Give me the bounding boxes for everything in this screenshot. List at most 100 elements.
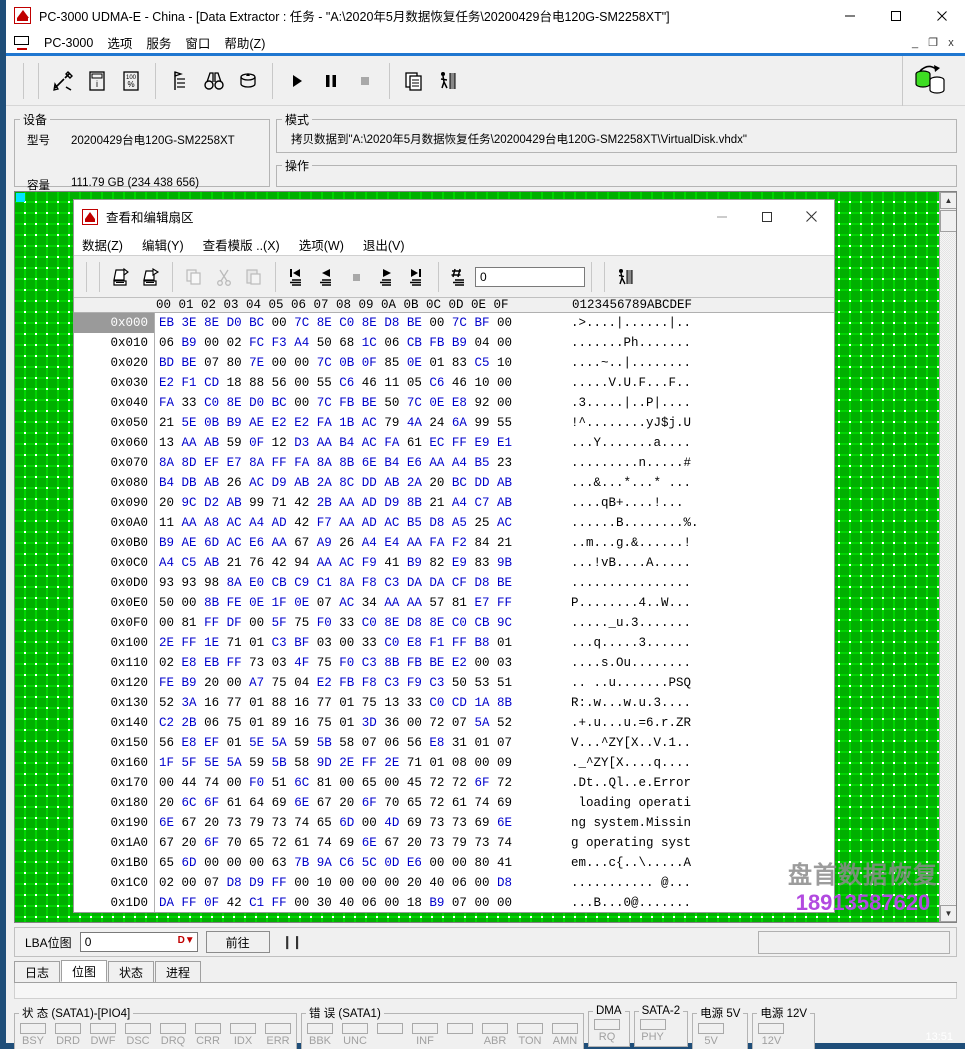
hex-offset-cell[interactable]: 0x0E0 bbox=[74, 593, 154, 613]
hex-offset-cell[interactable]: 0x060 bbox=[74, 433, 154, 453]
hex-row[interactable]: 00 81 FF DF 00 5F 75 F0 33 C0 8E D8 8E C… bbox=[155, 613, 834, 633]
close-button[interactable] bbox=[919, 0, 965, 32]
hex-bytes[interactable]: 65 6D 00 00 00 63 7B 9A C6 5C 0D E6 00 0… bbox=[155, 853, 555, 873]
hex-row[interactable]: 20 9C D2 AB 99 71 42 2B AA AD D9 8B 21 A… bbox=[155, 493, 834, 513]
hex-bytes[interactable]: FA 33 C0 8E D0 BC 00 7C FB BE 50 7C 0E E… bbox=[155, 393, 555, 413]
percent-doc-icon[interactable]: 100 % bbox=[114, 64, 148, 98]
hex-rows-container[interactable]: 0x000 0x010 0x020 0x030 0x040 0x050 0x060 0x070… bbox=[74, 313, 834, 912]
tab-process[interactable]: 进程 bbox=[155, 961, 202, 982]
hex-row[interactable]: 1F 5F 5E 5A 59 5B 58 9D 2E FF 2E 71 01 0… bbox=[155, 753, 834, 773]
pause-icon[interactable]: ❙❙ bbox=[278, 934, 303, 950]
hex-offset-cell[interactable]: 0x030 bbox=[74, 373, 154, 393]
hex-row[interactable]: DA FF 0F 42 C1 FF 00 30 40 06 00 18 B9 0… bbox=[155, 893, 834, 912]
binoculars-icon[interactable] bbox=[197, 64, 231, 98]
hex-bytes[interactable]: E2 F1 CD 18 88 56 00 55 C6 46 11 05 C6 4… bbox=[155, 373, 555, 393]
run-sector-icon[interactable] bbox=[611, 262, 641, 292]
hex-ascii[interactable]: em...c{..\.....A bbox=[555, 853, 691, 873]
hex-offset-cell[interactable]: 0x0F0 bbox=[74, 613, 154, 633]
tools-icon[interactable] bbox=[46, 64, 80, 98]
last-sector-icon[interactable] bbox=[402, 262, 432, 292]
first-sector-icon[interactable] bbox=[282, 262, 312, 292]
hex-bytes[interactable]: 1F 5F 5E 5A 59 5B 58 9D 2E FF 2E 71 01 0… bbox=[155, 753, 555, 773]
scrollbar-thumb[interactable] bbox=[940, 210, 956, 232]
prev-sector-icon[interactable] bbox=[312, 262, 342, 292]
goto-sector-icon[interactable] bbox=[445, 262, 475, 292]
hex-ascii[interactable]: .>....|......|.. bbox=[555, 313, 691, 333]
sector-editor-minimize-button[interactable] bbox=[699, 200, 744, 233]
hex-bytes[interactable]: A4 C5 AB 21 76 42 94 AA AC F9 41 B9 82 E… bbox=[155, 553, 555, 573]
hex-row[interactable]: 65 6D 00 00 00 63 7B 9A C6 5C 0D E6 00 0… bbox=[155, 853, 834, 873]
hex-row[interactable]: A4 C5 AB 21 76 42 94 AA AC F9 41 B9 82 E… bbox=[155, 553, 834, 573]
hex-row[interactable]: C2 2B 06 75 01 89 16 75 01 3D 36 00 72 0… bbox=[155, 713, 834, 733]
hex-bytes[interactable]: 8A 8D EF E7 8A FF FA 8A 8B 6E B4 E6 AA A… bbox=[155, 453, 555, 473]
hex-ascii[interactable]: ...!vB....A..... bbox=[555, 553, 691, 573]
hex-offset-cell[interactable]: 0x070 bbox=[74, 453, 154, 473]
hex-ascii[interactable]: ...Y.......a.... bbox=[555, 433, 691, 453]
hex-row[interactable]: BD BE 07 80 7E 00 00 7C 0B 0F 85 0E 01 8… bbox=[155, 353, 834, 373]
hex-offset-cell[interactable]: 0x040 bbox=[74, 393, 154, 413]
hex-offset-cell[interactable]: 0x0B0 bbox=[74, 533, 154, 553]
copy-pages-icon[interactable] bbox=[397, 64, 431, 98]
menu-item-options[interactable]: 选项 bbox=[100, 32, 139, 53]
hex-row[interactable]: E2 F1 CD 18 88 56 00 55 C6 46 11 05 C6 4… bbox=[155, 373, 834, 393]
hex-ascii[interactable]: .........n.....# bbox=[555, 453, 691, 473]
hex-row[interactable]: 2E FF 1E 71 01 C3 BF 03 00 33 C0 E8 F1 F… bbox=[155, 633, 834, 653]
hex-ascii[interactable]: ..m...g.&......! bbox=[555, 533, 691, 553]
hex-ascii[interactable]: P........4..W... bbox=[555, 593, 691, 613]
hex-bytes[interactable]: 52 3A 16 77 01 88 16 77 01 75 13 33 C0 C… bbox=[155, 693, 555, 713]
hex-ascii[interactable]: .3.....|..P|.... bbox=[555, 393, 691, 413]
hex-ascii[interactable]: ...q.....3...... bbox=[555, 633, 691, 653]
hex-offset-cell[interactable]: 0x000 bbox=[74, 313, 154, 333]
workspace-scrollbar[interactable]: ▲ ▼ bbox=[939, 192, 956, 922]
hex-offset-cell[interactable]: 0x140 bbox=[74, 713, 154, 733]
hex-bytes[interactable]: EB 3E 8E D0 BC 00 7C 8E C0 8E D8 BE 00 7… bbox=[155, 313, 555, 333]
hex-bytes[interactable]: B4 DB AB 26 AC D9 AB 2A 8C DD AB 2A 20 B… bbox=[155, 473, 555, 493]
menu-item-pc3000[interactable]: PC-3000 bbox=[37, 35, 100, 51]
hex-row[interactable]: B4 DB AB 26 AC D9 AB 2A 8C DD AB 2A 20 B… bbox=[155, 473, 834, 493]
hex-bytes[interactable]: 20 9C D2 AB 99 71 42 2B AA AD D9 8B 21 A… bbox=[155, 493, 555, 513]
hex-bytes[interactable]: 11 AA A8 AC A4 AD 42 F7 AA AD AC B5 D8 A… bbox=[155, 513, 555, 533]
info-doc-icon[interactable]: i bbox=[80, 64, 114, 98]
hex-offset-cell[interactable]: 0x180 bbox=[74, 793, 154, 813]
hex-offset-cell[interactable]: 0x1A0 bbox=[74, 833, 154, 853]
save-as-disk-icon[interactable] bbox=[136, 262, 166, 292]
hex-offset-cell[interactable]: 0x1D0 bbox=[74, 893, 154, 912]
tab-log[interactable]: 日志 bbox=[14, 961, 61, 982]
hex-row[interactable]: 52 3A 16 77 01 88 16 77 01 75 13 33 C0 C… bbox=[155, 693, 834, 713]
hex-bytes[interactable]: DA FF 0F 42 C1 FF 00 30 40 06 00 18 B9 0… bbox=[155, 893, 555, 912]
cut-icon[interactable] bbox=[209, 262, 239, 292]
tab-status[interactable]: 状态 bbox=[108, 961, 155, 982]
hex-bytes[interactable]: 02 00 07 D8 D9 FF 00 10 00 00 00 20 40 0… bbox=[155, 873, 555, 893]
hex-offset-cell[interactable]: 0x050 bbox=[74, 413, 154, 433]
hex-offset-cell[interactable]: 0x110 bbox=[74, 653, 154, 673]
save-disk-icon[interactable] bbox=[106, 262, 136, 292]
hex-bytes[interactable]: BD BE 07 80 7E 00 00 7C 0B 0F 85 0E 01 8… bbox=[155, 353, 555, 373]
hex-offset-cell[interactable]: 0x020 bbox=[74, 353, 154, 373]
scroll-up-icon[interactable]: ▲ bbox=[940, 192, 956, 209]
menu-item-help[interactable]: 帮助(Z) bbox=[217, 32, 272, 53]
hex-row[interactable]: 93 93 98 8A E0 CB C9 C1 8A F8 C3 DA DA C… bbox=[155, 573, 834, 593]
goto-button[interactable]: 前往 bbox=[205, 931, 270, 953]
hex-ascii[interactable]: g operating syst bbox=[555, 833, 691, 853]
hex-row[interactable]: EB 3E 8E D0 BC 00 7C 8E C0 8E D8 BE 00 7… bbox=[155, 313, 834, 333]
hex-row[interactable]: 50 00 8B FE 0E 1F 0E 07 AC 34 AA AA 57 8… bbox=[155, 593, 834, 613]
hex-bytes[interactable]: 00 81 FF DF 00 5F 75 F0 33 C0 8E D8 8E C… bbox=[155, 613, 555, 633]
hex-offset-cell[interactable]: 0x170 bbox=[74, 773, 154, 793]
paste-icon[interactable] bbox=[239, 262, 269, 292]
hex-menu-data[interactable]: 数据(Z) bbox=[82, 235, 132, 254]
hex-bytes[interactable]: C2 2B 06 75 01 89 16 75 01 3D 36 00 72 0… bbox=[155, 713, 555, 733]
copy-icon[interactable] bbox=[179, 262, 209, 292]
hex-offset-cell[interactable]: 0x0C0 bbox=[74, 553, 154, 573]
hex-row[interactable]: 67 20 6F 70 65 72 61 74 69 6E 67 20 73 7… bbox=[155, 833, 834, 853]
hex-row[interactable]: 06 B9 00 02 FC F3 A4 50 68 1C 06 CB FB B… bbox=[155, 333, 834, 353]
hex-row[interactable]: 6E 67 20 73 79 73 74 65 6D 00 4D 69 73 7… bbox=[155, 813, 834, 833]
maximize-button[interactable] bbox=[873, 0, 919, 32]
hex-bytes[interactable]: 56 E8 EF 01 5E 5A 59 5B 58 07 06 56 E8 3… bbox=[155, 733, 555, 753]
hex-offset-cell[interactable]: 0x190 bbox=[74, 813, 154, 833]
hex-bytes[interactable]: 2E FF 1E 71 01 C3 BF 03 00 33 C0 E8 F1 F… bbox=[155, 633, 555, 653]
hex-bytes[interactable]: B9 AE 6D AC E6 AA 67 A9 26 A4 E4 AA FA F… bbox=[155, 533, 555, 553]
hex-bytes[interactable]: 6E 67 20 73 79 73 74 65 6D 00 4D 69 73 7… bbox=[155, 813, 555, 833]
hex-bytes[interactable]: FE B9 20 00 A7 75 04 E2 FB F8 C3 F9 C3 5… bbox=[155, 673, 555, 693]
hex-row[interactable]: 02 E8 EB FF 73 03 4F 75 F0 C3 8B FB BE E… bbox=[155, 653, 834, 673]
hex-offset-cell[interactable]: 0x130 bbox=[74, 693, 154, 713]
